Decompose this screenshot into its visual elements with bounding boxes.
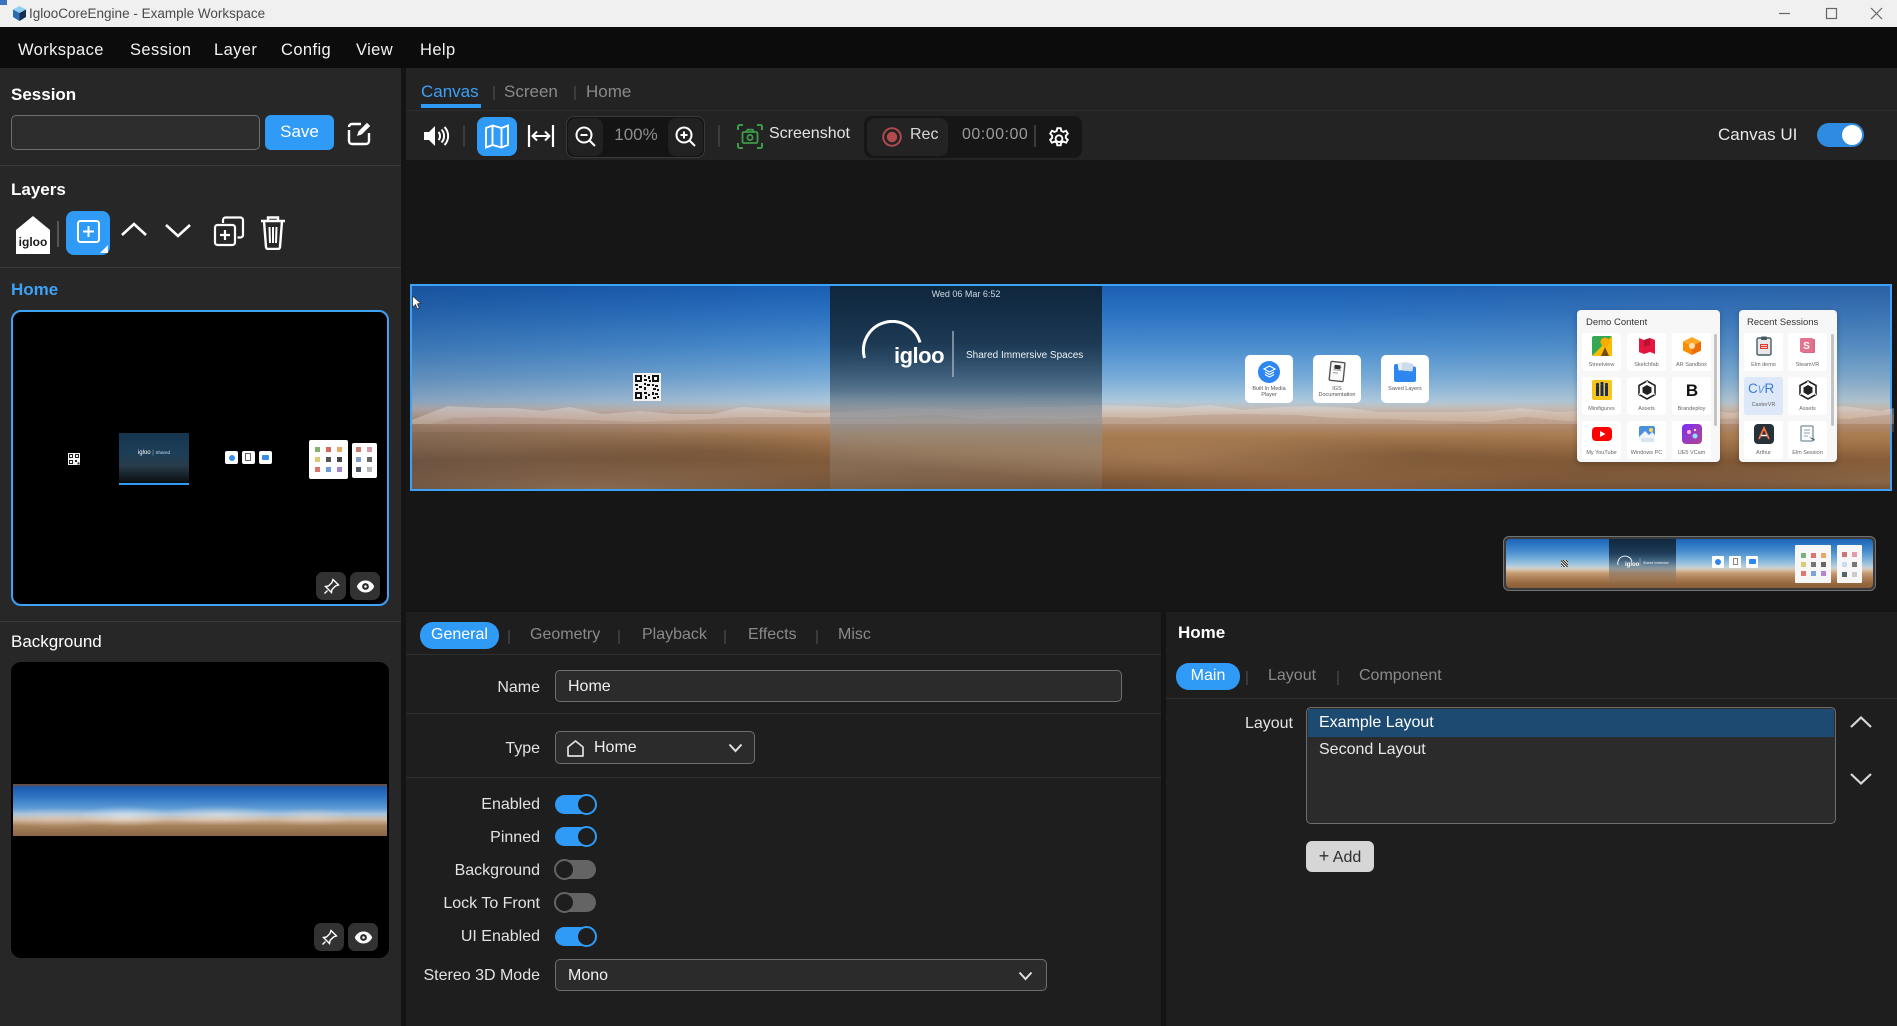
svg-text:S: S bbox=[1803, 341, 1810, 352]
svg-text:igloo: igloo bbox=[1625, 562, 1640, 568]
svg-text:Shared Immersive: Shared Immersive bbox=[1643, 561, 1669, 565]
svg-text:CvR: CvR bbox=[1748, 381, 1775, 396]
svg-text:igloo: igloo bbox=[894, 343, 944, 368]
svg-text:igloo: igloo bbox=[19, 235, 48, 249]
svg-text:Shared Immersive Spaces: Shared Immersive Spaces bbox=[966, 350, 1083, 361]
svg-text:B: B bbox=[1685, 381, 1697, 400]
